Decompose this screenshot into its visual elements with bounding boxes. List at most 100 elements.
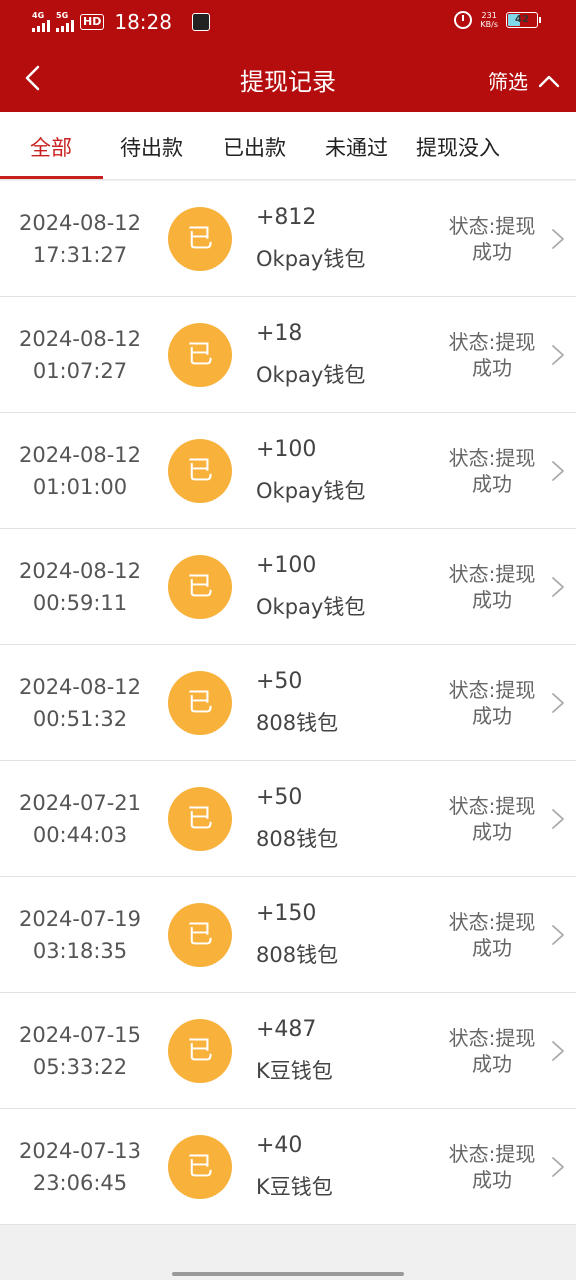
record-status-value: 成功 bbox=[472, 588, 512, 612]
record-time: 00:44:03 bbox=[32, 823, 128, 847]
record-status-label: 状态:提现 bbox=[448, 794, 536, 818]
row-arrow bbox=[550, 1039, 566, 1063]
record-date: 2024-08-12 bbox=[18, 443, 142, 467]
signal-4g-label: 4G bbox=[32, 11, 45, 20]
record-row[interactable]: 2024-08-12 17:31:27 已 +812 Okpay钱包 状态:提现 成功 bbox=[0, 181, 576, 297]
battery-icon: 42 bbox=[506, 12, 541, 28]
record-status-value: 成功 bbox=[472, 472, 512, 496]
alarm-icon bbox=[454, 11, 473, 29]
record-status-label: 状态:提现 bbox=[448, 1026, 536, 1050]
record-row[interactable]: 2024-07-21 00:44:03 已 +50 808钱包 状态:提现 成功 bbox=[0, 761, 576, 877]
record-wallet: Okpay钱包 bbox=[256, 363, 366, 387]
nav-bar: 提现记录 筛选 bbox=[0, 44, 576, 112]
chevron-right-icon bbox=[552, 809, 564, 829]
network-speed-value: 231 bbox=[481, 11, 497, 20]
record-row[interactable]: 2024-08-12 00:59:11 已 +100 Okpay钱包 状态:提现 成功 bbox=[0, 529, 576, 645]
network-speed-unit: KB/s bbox=[480, 20, 498, 29]
status-bar: 4G 5G HD 18:28 231 KB/s 42 bbox=[0, 0, 576, 44]
paid-badge-icon: 已 bbox=[168, 903, 232, 967]
record-status-label: 状态:提现 bbox=[448, 330, 536, 354]
record-time: 00:59:11 bbox=[32, 591, 128, 615]
row-arrow bbox=[550, 923, 566, 947]
record-status-label: 状态:提现 bbox=[448, 214, 536, 238]
record-amount: +50 bbox=[256, 669, 303, 694]
row-arrow bbox=[550, 575, 566, 599]
record-amount: +487 bbox=[256, 1017, 317, 1042]
record-amount: +812 bbox=[256, 205, 317, 230]
record-status-value: 成功 bbox=[472, 1052, 512, 1076]
tab-all[interactable]: 全部 bbox=[30, 132, 72, 162]
record-date: 2024-07-13 bbox=[18, 1139, 142, 1163]
record-status-value: 成功 bbox=[472, 704, 512, 728]
record-row[interactable]: 2024-08-12 01:01:00 已 +100 Okpay钱包 状态:提现 成功 bbox=[0, 413, 576, 529]
record-date: 2024-08-12 bbox=[18, 559, 142, 583]
filter-button[interactable]: 筛选 bbox=[488, 66, 560, 95]
record-date: 2024-08-12 bbox=[18, 211, 142, 235]
chevron-up-icon bbox=[538, 75, 560, 87]
record-status-label: 状态:提现 bbox=[448, 562, 536, 586]
record-time: 03:18:35 bbox=[32, 939, 128, 963]
paid-badge-icon: 已 bbox=[168, 1019, 232, 1083]
withdrawal-record-list: 2024-08-12 17:31:27 已 +812 Okpay钱包 状态:提现 成功 202… bbox=[0, 181, 576, 1225]
record-row[interactable]: 2024-07-19 03:18:35 已 +150 808钱包 状态:提现 成功 bbox=[0, 877, 576, 993]
paid-badge-icon: 已 bbox=[168, 323, 232, 387]
paid-badge-icon: 已 bbox=[168, 555, 232, 619]
paid-badge-icon: 已 bbox=[168, 671, 232, 735]
tab-pending[interactable]: 待出款 bbox=[120, 132, 183, 162]
record-wallet: K豆钱包 bbox=[256, 1175, 333, 1199]
record-wallet: 808钱包 bbox=[256, 711, 339, 735]
tab-not-received[interactable]: 提现没入 bbox=[416, 132, 500, 162]
notification-app-icon bbox=[191, 13, 210, 31]
chevron-right-icon bbox=[552, 925, 564, 945]
record-amount: +100 bbox=[256, 553, 317, 578]
status-bar-right: 231 KB/s 42 bbox=[454, 11, 541, 29]
row-arrow bbox=[550, 343, 566, 367]
chevron-right-icon bbox=[552, 693, 564, 713]
record-wallet: Okpay钱包 bbox=[256, 479, 366, 503]
status-time: 18:28 bbox=[114, 10, 172, 34]
row-arrow bbox=[550, 807, 566, 831]
record-amount: +50 bbox=[256, 785, 303, 810]
record-status-value: 成功 bbox=[472, 356, 512, 380]
tab-paid[interactable]: 已出款 bbox=[223, 132, 286, 162]
chevron-right-icon bbox=[552, 1157, 564, 1177]
signal-4g: 4G bbox=[32, 12, 50, 32]
record-time: 00:51:32 bbox=[32, 707, 128, 731]
record-date: 2024-07-21 bbox=[18, 791, 142, 815]
chevron-right-icon bbox=[552, 345, 564, 365]
signal-bars-icon bbox=[56, 20, 74, 32]
record-wallet: Okpay钱包 bbox=[256, 247, 366, 271]
record-wallet: 808钱包 bbox=[256, 827, 339, 851]
record-wallet: K豆钱包 bbox=[256, 1059, 333, 1083]
row-arrow bbox=[550, 691, 566, 715]
tab-rejected[interactable]: 未通过 bbox=[325, 132, 388, 162]
record-amount: +40 bbox=[256, 1133, 303, 1158]
row-arrow bbox=[550, 459, 566, 483]
signal-5g-label: 5G bbox=[56, 11, 69, 20]
hd-voice-icon: HD bbox=[80, 14, 105, 30]
signal-bars-icon bbox=[32, 20, 50, 32]
record-row[interactable]: 2024-07-13 23:06:45 已 +40 K豆钱包 状态:提现 成功 bbox=[0, 1109, 576, 1225]
record-status-label: 状态:提现 bbox=[448, 1142, 536, 1166]
record-row[interactable]: 2024-07-15 05:33:22 已 +487 K豆钱包 状态:提现 成功 bbox=[0, 993, 576, 1109]
paid-badge-icon: 已 bbox=[168, 207, 232, 271]
battery-level: 42 bbox=[515, 14, 529, 25]
status-bar-left: 4G 5G HD 18:28 bbox=[32, 10, 210, 34]
record-time: 05:33:22 bbox=[32, 1055, 128, 1079]
signal-5g: 5G bbox=[56, 12, 74, 32]
row-arrow bbox=[550, 227, 566, 251]
record-row[interactable]: 2024-08-12 00:51:32 已 +50 808钱包 状态:提现 成功 bbox=[0, 645, 576, 761]
record-wallet: Okpay钱包 bbox=[256, 595, 366, 619]
record-status-value: 成功 bbox=[472, 240, 512, 264]
filter-label: 筛选 bbox=[488, 70, 528, 94]
record-row[interactable]: 2024-08-12 01:07:27 已 +18 Okpay钱包 状态:提现 成功 bbox=[0, 297, 576, 413]
record-status-value: 成功 bbox=[472, 936, 512, 960]
home-indicator[interactable] bbox=[172, 1272, 404, 1276]
record-wallet: 808钱包 bbox=[256, 943, 339, 967]
record-amount: +150 bbox=[256, 901, 317, 926]
paid-badge-icon: 已 bbox=[168, 439, 232, 503]
record-date: 2024-07-15 bbox=[18, 1023, 142, 1047]
row-arrow bbox=[550, 1155, 566, 1179]
record-status-label: 状态:提现 bbox=[448, 910, 536, 934]
record-time: 23:06:45 bbox=[32, 1171, 128, 1195]
